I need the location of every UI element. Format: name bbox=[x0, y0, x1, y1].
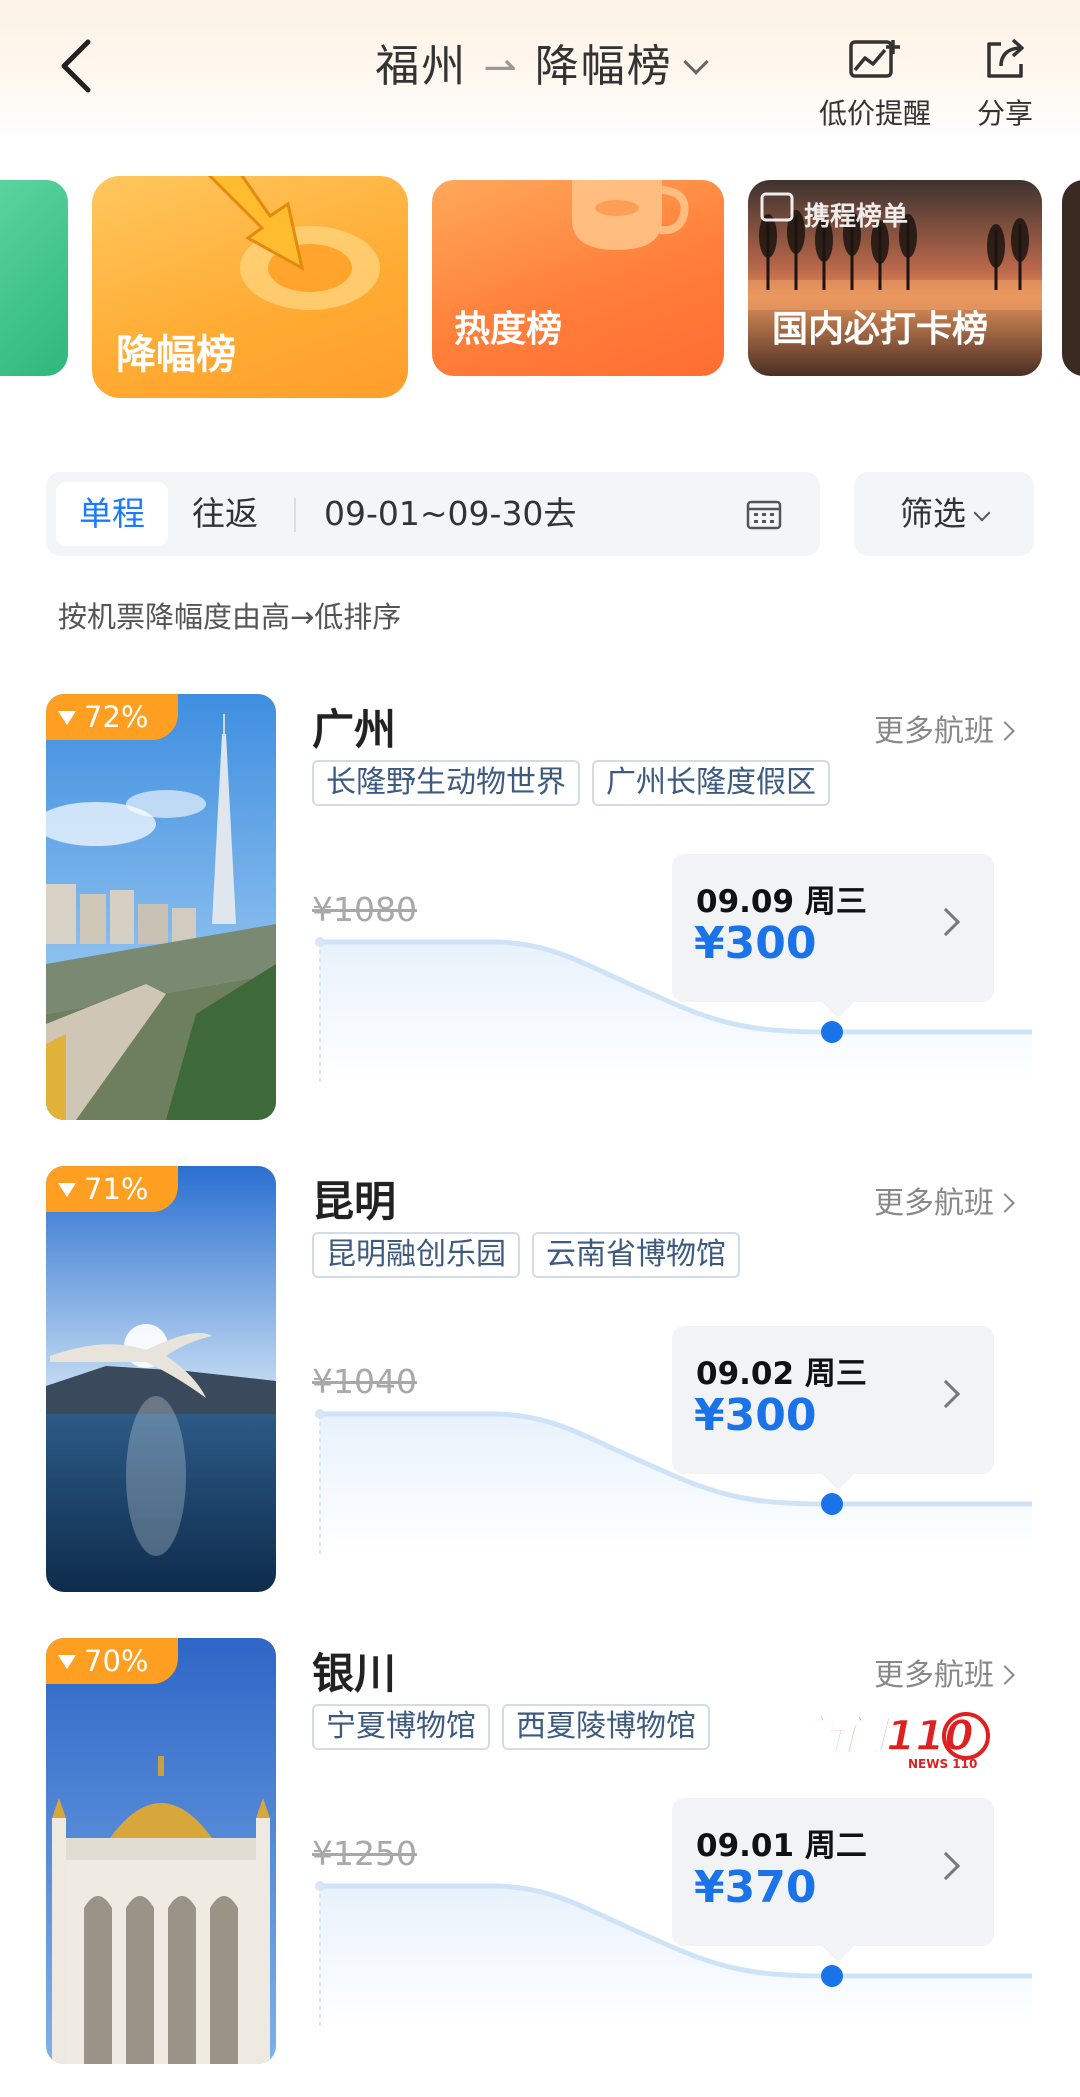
sort-note: 按机票降幅度由高→低排序 bbox=[58, 600, 402, 634]
category-card-partial[interactable] bbox=[0, 180, 68, 376]
filter-label: 筛选 bbox=[900, 494, 966, 533]
lowest-price-tooltip[interactable]: 09.02 周三 ¥300 bbox=[672, 1326, 994, 1490]
city-name: 昆明 bbox=[312, 1177, 397, 1226]
chevron-right-icon bbox=[931, 907, 961, 937]
arrow-down-icon bbox=[58, 1183, 76, 1197]
chevron-down-icon bbox=[973, 504, 991, 522]
drop-percent: 70% bbox=[84, 1644, 149, 1678]
svg-text:新闻110: 新闻110 bbox=[802, 1711, 974, 1760]
list-name: 降幅榜 bbox=[534, 41, 673, 92]
city-name: 银川 bbox=[312, 1649, 397, 1698]
share-button[interactable]: 分享 bbox=[965, 36, 1045, 132]
destination-photo: 70% bbox=[46, 1638, 276, 2064]
attraction-tags: 长隆野生动物世界 广州长隆度假区 bbox=[312, 760, 830, 806]
attraction-tag[interactable]: 长隆野生动物世界 bbox=[312, 760, 580, 806]
chevron-right-icon bbox=[931, 1379, 961, 1409]
news-watermark-logo: 新闻110 NEWS 110 bbox=[801, 1710, 990, 1771]
calendar-icon[interactable] bbox=[746, 498, 782, 530]
category-label: 热度榜 bbox=[454, 309, 563, 350]
arrow-down-icon bbox=[58, 711, 76, 725]
trip-filter-bar: 单程 往返 09-01~09-30去 bbox=[46, 472, 820, 556]
header: 福州 ⇀ 降幅榜 低价提醒 分享 bbox=[0, 0, 1080, 140]
original-price: ¥1040 bbox=[312, 1362, 417, 1401]
route-arrow-icon: ⇀ bbox=[483, 45, 519, 91]
drop-percent: 71% bbox=[84, 1172, 149, 1206]
price-alert-label: 低价提醒 bbox=[818, 97, 931, 130]
category-card-drop[interactable]: 降幅榜 bbox=[92, 176, 408, 398]
destination-photo: 72% bbox=[46, 694, 276, 1120]
origin-city: 福州 bbox=[375, 41, 468, 92]
drop-percent: 72% bbox=[84, 700, 149, 734]
kunming-photo bbox=[46, 1166, 276, 1592]
filter-button[interactable]: 筛选 bbox=[854, 472, 1034, 556]
more-flights-label: 更多航班 bbox=[874, 714, 994, 749]
city-name: 广州 bbox=[312, 705, 397, 754]
divider bbox=[294, 498, 296, 532]
price-alert-button[interactable]: 低价提醒 bbox=[810, 36, 940, 132]
lowest-price: ¥370 bbox=[694, 1862, 817, 1913]
attraction-tag[interactable]: 西夏陵博物馆 bbox=[502, 1704, 710, 1750]
chevron-down-icon bbox=[683, 49, 709, 75]
more-flights-link[interactable]: 更多航班 bbox=[874, 706, 1015, 750]
price-alert-icon bbox=[849, 40, 900, 78]
drop-badge: 70% bbox=[46, 1638, 179, 1684]
lowest-price: ¥300 bbox=[694, 918, 817, 969]
attraction-tag[interactable]: 广州长隆度假区 bbox=[592, 760, 830, 806]
destination-card[interactable]: 71% 昆明 更多航班 昆明融创乐园 云南省博物馆 ¥1040 09.02 周三… bbox=[0, 1166, 1080, 1596]
attraction-tag[interactable]: 昆明融创乐园 bbox=[312, 1232, 520, 1278]
chevron-right-icon bbox=[931, 1851, 961, 1881]
attraction-tags: 宁夏博物馆 西夏陵博物馆 bbox=[312, 1704, 710, 1750]
share-label: 分享 bbox=[976, 97, 1033, 130]
lowest-price: ¥300 bbox=[694, 1390, 817, 1441]
category-carousel: 降幅榜 热度榜 携程榜单 国内必打卡榜 bbox=[0, 168, 1080, 408]
more-flights-link[interactable]: 更多航班 bbox=[874, 1178, 1015, 1222]
attraction-tag[interactable]: 云南省博物馆 bbox=[532, 1232, 740, 1278]
chevron-right-icon bbox=[995, 721, 1015, 741]
attraction-tag[interactable]: 宁夏博物馆 bbox=[312, 1704, 490, 1750]
flight-date: 09.01 周二 bbox=[696, 1828, 867, 1864]
category-card-domestic[interactable]: 携程榜单 国内必打卡榜 bbox=[748, 180, 1042, 376]
more-flights-link[interactable]: 更多航班 bbox=[874, 1650, 1015, 1694]
more-flights-label: 更多航班 bbox=[874, 1658, 994, 1693]
flight-date: 09.09 周三 bbox=[696, 884, 867, 920]
category-label: 降幅榜 bbox=[116, 332, 236, 378]
lowest-price-tooltip[interactable]: 09.01 周二 ¥370 bbox=[672, 1798, 994, 1962]
original-price: ¥1080 bbox=[312, 890, 417, 929]
date-range[interactable]: 09-01~09-30去 bbox=[324, 482, 576, 546]
more-flights-label: 更多航班 bbox=[874, 1186, 994, 1221]
tab-one-way[interactable]: 单程 bbox=[56, 482, 168, 546]
svg-text:NEWS 110: NEWS 110 bbox=[908, 1757, 977, 1771]
arrow-down-icon bbox=[58, 1655, 76, 1669]
destination-card[interactable]: 72% 广州 更多航班 长隆野生动物世界 广州长隆度假区 ¥1080 09.09… bbox=[0, 694, 1080, 1124]
brand-label: 携程榜单 bbox=[804, 202, 909, 232]
category-card-partial[interactable] bbox=[1062, 180, 1080, 376]
attraction-tags: 昆明融创乐园 云南省博物馆 bbox=[312, 1232, 740, 1278]
category-label: 国内必打卡榜 bbox=[772, 309, 989, 350]
tab-round-trip[interactable]: 往返 bbox=[192, 482, 258, 546]
share-icon bbox=[987, 38, 1024, 78]
drop-badge: 71% bbox=[46, 1166, 179, 1212]
lowest-price-tooltip[interactable]: 09.09 周三 ¥300 bbox=[672, 854, 994, 1018]
original-price: ¥1250 bbox=[312, 1834, 417, 1873]
yinchuan-photo bbox=[46, 1638, 276, 2064]
drop-badge: 72% bbox=[46, 694, 179, 740]
guangzhou-photo bbox=[46, 694, 276, 1120]
category-card-hot[interactable]: 热度榜 bbox=[432, 180, 724, 376]
chevron-right-icon bbox=[995, 1665, 1015, 1685]
chevron-right-icon bbox=[995, 1193, 1015, 1213]
destination-photo: 71% bbox=[46, 1166, 276, 1592]
flight-date: 09.02 周三 bbox=[696, 1356, 867, 1392]
